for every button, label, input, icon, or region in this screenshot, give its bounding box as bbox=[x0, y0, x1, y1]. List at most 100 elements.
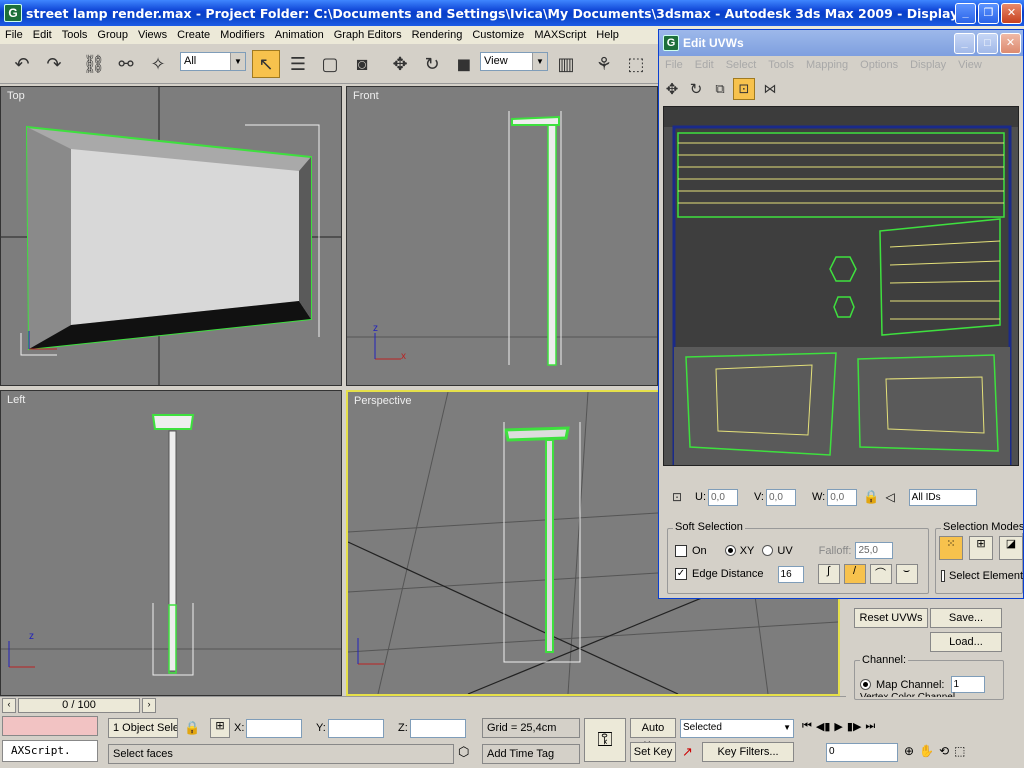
play-icon[interactable]: ▶ bbox=[834, 720, 842, 733]
uvw-menu-display[interactable]: Display bbox=[904, 59, 952, 71]
menu-rendering[interactable]: Rendering bbox=[407, 29, 468, 41]
minimize-button[interactable]: _ bbox=[954, 32, 975, 54]
orbit-icon[interactable]: ⟲ bbox=[939, 744, 949, 758]
uvw-menu-view[interactable]: View bbox=[952, 59, 988, 71]
viewport-label-front[interactable]: Front bbox=[353, 90, 379, 102]
id-filter-dropdown[interactable]: All IDs bbox=[908, 488, 977, 506]
go-to-end-icon[interactable]: ⏭ bbox=[865, 720, 875, 733]
maxscript-mini-listener[interactable]: AXScript. bbox=[2, 740, 98, 762]
load-button[interactable]: Load... bbox=[930, 632, 1002, 652]
key-mode-dropdown[interactable]: Selected ▼ bbox=[680, 719, 794, 738]
viewport-label-perspective[interactable]: Perspective bbox=[354, 395, 411, 407]
face-mode-icon[interactable]: ◪ bbox=[999, 536, 1023, 560]
menu-modifiers[interactable]: Modifiers bbox=[215, 29, 270, 41]
select-and-manipulate-icon[interactable]: ⚘ bbox=[590, 50, 618, 78]
lock-icon[interactable]: 🔒 bbox=[863, 489, 879, 505]
move-icon[interactable]: ✥ bbox=[386, 50, 414, 78]
paint-select-icon[interactable]: ◁ bbox=[885, 490, 894, 504]
minimize-button[interactable]: _ bbox=[955, 2, 976, 24]
falloff-smooth-icon[interactable]: ∫ bbox=[817, 564, 840, 584]
add-time-tag-icon[interactable]: ⬡ bbox=[458, 744, 469, 760]
map-channel-field[interactable]: 1 bbox=[950, 676, 985, 693]
key-icon[interactable]: ⚿ bbox=[584, 718, 626, 762]
rectangular-selection-icon[interactable]: ▢ bbox=[316, 50, 344, 78]
select-and-link-icon[interactable]: ⛓ bbox=[80, 50, 108, 78]
go-to-start-icon[interactable]: ⏮ bbox=[802, 720, 812, 733]
add-time-tag-button[interactable]: Add Time Tag bbox=[482, 744, 580, 764]
pivot-point-icon[interactable]: ▥ bbox=[552, 50, 580, 78]
falloff-slow-out-icon[interactable]: ⌒ bbox=[869, 564, 892, 584]
menu-help[interactable]: Help bbox=[591, 29, 624, 41]
falloff-fast-out-icon[interactable]: ⌣ bbox=[895, 564, 918, 584]
reference-coordinate-dropdown[interactable]: View ▼ bbox=[480, 52, 548, 71]
move-icon[interactable]: ✥ bbox=[661, 78, 683, 100]
viewport-label-top[interactable]: Top bbox=[7, 90, 25, 102]
window-crossing-icon[interactable]: ◙ bbox=[348, 50, 376, 78]
app-icon[interactable]: G bbox=[4, 4, 22, 22]
menu-maxscript[interactable]: MAXScript bbox=[529, 29, 591, 41]
absolute-mode-icon[interactable]: ⊞ bbox=[210, 718, 230, 738]
menu-group[interactable]: Group bbox=[92, 29, 133, 41]
u-field[interactable]: 0,0 bbox=[708, 488, 738, 506]
viewport-top[interactable]: Top bbox=[0, 86, 342, 386]
viewport-label-left[interactable]: Left bbox=[7, 394, 25, 406]
selection-filter-dropdown[interactable]: All ▼ bbox=[180, 52, 246, 71]
uvw-menu-tools[interactable]: Tools bbox=[762, 59, 800, 71]
selection-lock-icon[interactable]: 🔒 bbox=[184, 720, 200, 736]
uvw-menu-select[interactable]: Select bbox=[720, 59, 763, 71]
restore-button[interactable]: ❐ bbox=[978, 2, 999, 24]
key-tangent-icon[interactable]: ↗ bbox=[682, 744, 693, 760]
reset-uvws-button[interactable]: Reset UVWs bbox=[854, 608, 928, 628]
next-frame-icon[interactable]: ▮▶ bbox=[847, 720, 862, 733]
menu-animation[interactable]: Animation bbox=[270, 29, 329, 41]
uv-radio[interactable] bbox=[762, 545, 774, 556]
w-field[interactable]: 0,0 bbox=[827, 488, 858, 506]
keyboard-shortcut-override-icon[interactable]: ⬚ bbox=[622, 50, 650, 78]
select-by-name-icon[interactable]: ☰ bbox=[284, 50, 312, 78]
redo-icon[interactable]: ↷ bbox=[40, 50, 68, 78]
menu-views[interactable]: Views bbox=[133, 29, 172, 41]
select-element-checkbox[interactable] bbox=[941, 570, 946, 582]
auto-key-button[interactable]: Auto Key bbox=[630, 718, 676, 752]
snap-icon[interactable]: ⊡ bbox=[667, 487, 687, 507]
viewport-left[interactable]: Left z bbox=[0, 390, 342, 696]
set-key-button[interactable]: Set Key bbox=[630, 742, 676, 762]
uv-editor-canvas[interactable] bbox=[663, 106, 1019, 466]
menu-graph-editors[interactable]: Graph Editors bbox=[329, 29, 407, 41]
y-coordinate-field[interactable] bbox=[328, 719, 384, 738]
freeform-mode-icon[interactable]: ⊡ bbox=[733, 78, 755, 100]
menu-create[interactable]: Create bbox=[172, 29, 215, 41]
edge-distance-field[interactable]: 16 bbox=[777, 565, 804, 583]
scale-icon[interactable]: ◼ bbox=[450, 50, 478, 78]
chevron-right-icon[interactable]: › bbox=[142, 698, 156, 713]
maximize-button[interactable]: □ bbox=[977, 32, 998, 54]
menu-tools[interactable]: Tools bbox=[57, 29, 93, 41]
rotate-icon[interactable]: ↻ bbox=[418, 50, 446, 78]
scale-icon[interactable]: ⧉ bbox=[709, 78, 731, 100]
select-object-icon[interactable]: ↖ bbox=[252, 50, 280, 78]
key-filters-button[interactable]: Key Filters... bbox=[702, 742, 794, 762]
falloff-field[interactable]: 25,0 bbox=[855, 542, 894, 559]
maximize-viewport-icon[interactable]: ⬚ bbox=[954, 744, 965, 758]
save-button[interactable]: Save... bbox=[930, 608, 1002, 628]
undo-icon[interactable]: ↶ bbox=[8, 50, 36, 78]
edge-mode-icon[interactable]: ⊞ bbox=[969, 536, 993, 560]
time-slider[interactable]: 0 / 100 bbox=[18, 698, 140, 713]
zoom-icon[interactable]: ⊕ bbox=[904, 744, 914, 758]
edge-distance-checkbox[interactable]: ✓ bbox=[675, 568, 687, 580]
bind-space-warp-icon[interactable]: ✧ bbox=[144, 50, 172, 78]
map-channel-radio[interactable] bbox=[860, 679, 871, 690]
z-coordinate-field[interactable] bbox=[410, 719, 466, 738]
menu-customize[interactable]: Customize bbox=[467, 29, 529, 41]
menu-file[interactable]: File bbox=[0, 29, 28, 41]
maxscript-listener-pink[interactable] bbox=[2, 716, 98, 736]
v-field[interactable]: 0,0 bbox=[766, 488, 796, 506]
xy-radio[interactable] bbox=[724, 545, 736, 556]
rotate-icon[interactable]: ↻ bbox=[685, 78, 707, 100]
soft-selection-on-checkbox[interactable] bbox=[675, 544, 687, 557]
x-coordinate-field[interactable] bbox=[246, 719, 302, 738]
current-frame-field[interactable]: 0 bbox=[826, 743, 898, 762]
chevron-left-icon[interactable]: ‹ bbox=[2, 698, 16, 713]
uvw-menu-edit[interactable]: Edit bbox=[689, 59, 720, 71]
pan-hand-icon[interactable]: ✋ bbox=[919, 744, 934, 758]
